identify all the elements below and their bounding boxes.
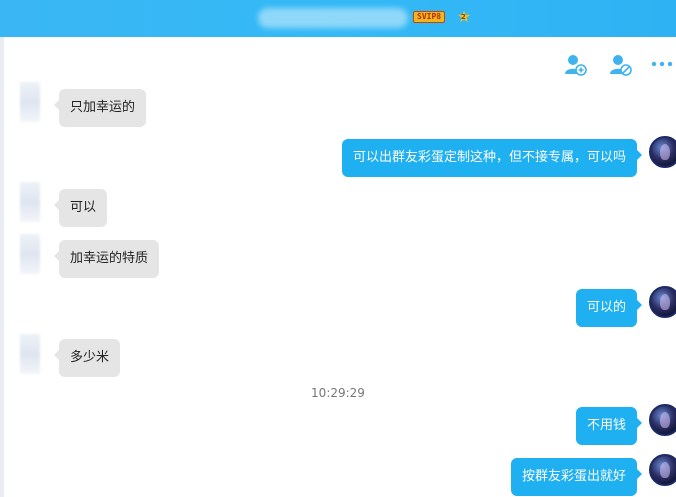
- incoming-message: 可以: [53, 189, 108, 227]
- outgoing-message: 可以的: [576, 289, 643, 327]
- svip-badge: SVIP8: [413, 11, 446, 23]
- more-icon[interactable]: [650, 52, 674, 76]
- outgoing-message: 可以出群友彩蛋定制这种，但不接专属，可以吗: [342, 139, 643, 177]
- my-avatar[interactable]: [649, 454, 676, 486]
- contact-avatar[interactable]: [20, 82, 40, 122]
- contact-avatar[interactable]: [20, 182, 40, 222]
- my-avatar[interactable]: [649, 404, 676, 436]
- contact-avatar[interactable]: [20, 334, 40, 374]
- star-level: 2: [461, 13, 466, 21]
- incoming-message: 多少米: [53, 339, 121, 377]
- contact-avatar[interactable]: [20, 234, 40, 274]
- my-avatar[interactable]: [649, 286, 676, 318]
- block-user-icon[interactable]: [608, 52, 632, 76]
- incoming-message: 只加幸运的: [53, 89, 147, 127]
- add-user-icon[interactable]: [563, 52, 587, 76]
- chat-title-bar: SVIP8 ★ 2: [0, 0, 676, 37]
- left-panel-edge: [0, 37, 4, 497]
- my-avatar[interactable]: [649, 136, 676, 168]
- incoming-message: 加幸运的特质: [53, 240, 160, 278]
- blurred-contact-name: [258, 8, 408, 28]
- outgoing-message: 按群友彩蛋出就好: [511, 458, 643, 496]
- message-timestamp: 10:29:29: [311, 386, 365, 400]
- outgoing-message: 不用钱: [576, 407, 643, 445]
